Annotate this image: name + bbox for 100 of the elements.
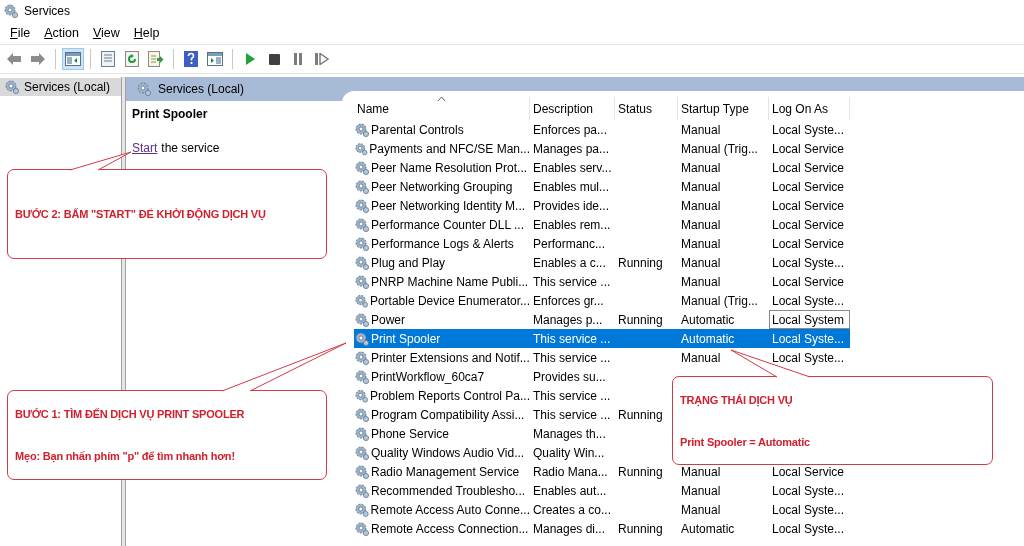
column-header[interactable]: Name [354, 97, 530, 120]
table-cell-text: Manages di... [532, 520, 607, 538]
table-cell-text: Automatic [680, 330, 736, 348]
table-cell-text: Radio Mana... [532, 463, 609, 481]
table-cell-text: Manual [680, 349, 722, 367]
table-cell-text: This service ... [532, 330, 612, 348]
gear-icon [354, 330, 370, 347]
callout-text: TRẠNG THÁI DỊCH VỤ [680, 393, 794, 406]
menu-item[interactable]: Action [37, 24, 86, 42]
gear-icon [354, 368, 370, 385]
gear-icon [354, 501, 370, 518]
export-list-icon [148, 51, 164, 67]
service-name-cell[interactable]: Print Spooler [354, 329, 530, 348]
column-header[interactable]: Status [615, 97, 678, 120]
gear-icon [354, 425, 370, 442]
menu-item[interactable]: View [85, 24, 127, 42]
callout-text: BƯỚC 1: TÌM ĐẾN DỊCH VỤ PRINT SPOOLER [15, 408, 246, 420]
service-name-cell[interactable]: PrintWorkflow_60ca7 [354, 367, 530, 386]
tree-item[interactable]: Services (Local) [0, 78, 121, 96]
resume-icon [315, 53, 329, 65]
table-cell-text: Running [617, 463, 664, 481]
table-cell-text: Local Service [771, 273, 846, 291]
service-name-cell[interactable]: Portable Device Enumerator... [354, 291, 530, 310]
action-text: the service [161, 141, 220, 155]
service-name-cell[interactable]: Peer Name Resolution Prot... [354, 158, 530, 177]
table-cell-text: Creates a co... [532, 501, 613, 519]
service-name-cell[interactable]: Remote Access Connection... [354, 519, 530, 538]
menu-item[interactable]: Help [126, 24, 167, 42]
table-cell-text: Local Service [771, 197, 846, 215]
table-cell-text: Manual [680, 159, 722, 177]
column-header[interactable]: Description [530, 97, 615, 120]
gear-icon [354, 292, 369, 309]
gear-icon [4, 79, 20, 95]
action-pane-icon [207, 52, 223, 66]
table-cell-text: Automatic [680, 311, 736, 329]
console-tree-button[interactable] [62, 48, 84, 70]
gear-icon [354, 178, 370, 195]
table-cell-text: Local Service [771, 178, 846, 196]
table-cell-text: Local Syste... [771, 292, 846, 310]
table-cell-text: Running [617, 406, 664, 424]
gear-icon [354, 311, 370, 328]
service-name-cell[interactable]: Recommended Troublesho... [354, 481, 530, 500]
service-name-cell[interactable]: Radio Management Service [354, 462, 530, 481]
table-cell-text: Local Service [771, 463, 846, 481]
service-name-cell[interactable]: Quality Windows Audio Vid... [354, 443, 530, 462]
service-title: Print Spooler [132, 107, 209, 121]
table-cell-text: Local Syste... [771, 349, 846, 367]
gear-icon [354, 254, 370, 271]
column-header[interactable]: Startup Type [678, 97, 769, 120]
stop-icon [268, 53, 280, 65]
service-name-cell[interactable]: PNRP Machine Name Publi... [354, 272, 530, 291]
pause-icon [293, 53, 303, 65]
table-cell-text: Provides su... [532, 368, 607, 386]
gear-icon [354, 463, 370, 480]
table-cell-text: Performanc... [532, 235, 607, 253]
table-cell-text: Manages th... [532, 425, 607, 443]
play-icon [245, 53, 255, 65]
menu-item[interactable]: File [3, 24, 38, 42]
service-name-cell[interactable]: Parental Controls [354, 120, 530, 139]
sort-chevron-icon [436, 96, 446, 102]
table-cell-text: Enables rem... [532, 216, 612, 234]
table-cell-text: Manual (Trig... [680, 140, 759, 158]
table-cell-text: Running [617, 254, 664, 272]
service-name-cell[interactable]: Power [354, 310, 530, 329]
table-cell-text: This service ... [532, 349, 612, 367]
table-cell-text: Manages p... [532, 311, 604, 329]
service-name-cell[interactable]: Performance Counter DLL ... [354, 215, 530, 234]
service-name-cell[interactable]: Plug and Play [354, 253, 530, 272]
table-cell-text: Local Syste... [771, 254, 846, 272]
start-link[interactable]: Start [132, 141, 158, 155]
export-list-button[interactable] [145, 48, 167, 70]
service-name-cell[interactable]: Peer Networking Grouping [354, 177, 530, 196]
table-cell: Local System [769, 310, 850, 329]
table-cell-text: Automatic [680, 520, 736, 538]
pane-title: Services (Local) [158, 82, 245, 96]
gear-icon [354, 140, 369, 157]
callout-text: BƯỚC 2: BẤM "START" ĐỂ KHỞI ĐỘNG DỊCH VỤ [15, 208, 267, 220]
callout-text: Mẹo: Bạn nhấn phím "p" để tìm nhanh hơn! [15, 450, 236, 462]
gear-icon [354, 121, 370, 138]
table-cell-text: Manual (Trig... [680, 292, 759, 310]
service-name-cell[interactable]: Problem Reports Control Pa... [354, 386, 530, 405]
gear-icon [354, 444, 370, 461]
service-name-cell[interactable]: Peer Networking Identity M... [354, 196, 530, 215]
table-cell-text: Local Syste... [771, 482, 846, 500]
table-cell-text: Manual [680, 178, 722, 196]
console-tree-icon [65, 52, 81, 66]
service-name-cell[interactable]: Performance Logs & Alerts [354, 234, 530, 253]
table-cell-text: This service ... [532, 387, 612, 405]
service-name-cell[interactable]: Printer Extensions and Notif... [354, 348, 530, 367]
selected-row[interactable]: Print Spooler This service ... Automatic Local Syste... [354, 329, 850, 348]
service-name-cell[interactable]: Payments and NFC/SE Man... [354, 139, 530, 158]
service-name-cell[interactable]: Program Compatibility Assi... [354, 405, 530, 424]
table-cell-text: Enforces gr... [532, 292, 605, 310]
table-cell-text: Local Service [771, 159, 846, 177]
service-name-cell[interactable]: Phone Service [354, 424, 530, 443]
table-cell-text: Local Service [771, 140, 846, 158]
gear-icon [354, 159, 370, 176]
column-header[interactable]: Log On As [769, 97, 850, 120]
service-name-cell[interactable]: Remote Access Auto Conne... [354, 500, 530, 519]
gear-icon [354, 482, 370, 499]
